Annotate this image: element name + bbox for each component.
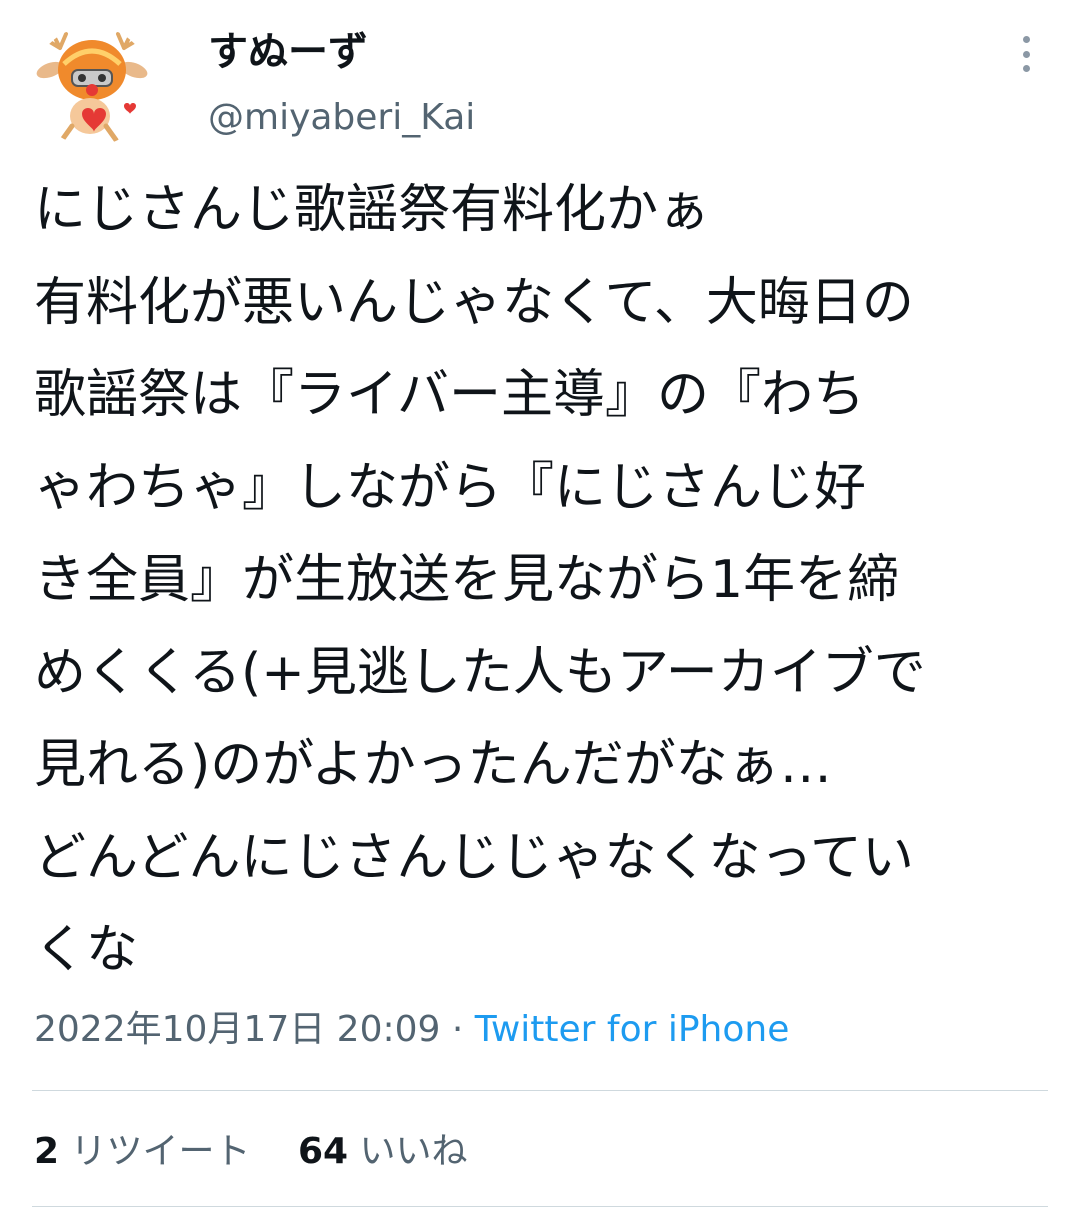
display-name[interactable]: すぬーず	[208, 28, 368, 76]
tweet-text-line: くな	[34, 920, 139, 980]
tweet-text-line: ゃわちゃ』しながら『にじさんじ好	[34, 457, 867, 518]
more-vertical-icon-dot	[1022, 65, 1030, 72]
tweet-timestamp[interactable]: 2022年10月17日 20:09	[34, 1009, 440, 1050]
tweet-text-line: き全員』が生放送を見ながら1年を締	[34, 550, 900, 610]
tweet-source-link[interactable]: Twitter for iPhone	[475, 1009, 790, 1050]
tweet-text-line: 見れる)のがよかったんだがなぁ…	[34, 735, 832, 795]
user-handle[interactable]: @miyaberi_Kai	[208, 96, 475, 140]
tweet-text: にじさんじ歌謡祭有料化かぁ 有料化が悪いんじゃなくて、大晦日の 歌謡祭は『ライバ…	[34, 164, 1050, 997]
divider	[32, 1206, 1048, 1207]
deer-character-avatar-icon	[36, 32, 148, 143]
tweet-header: すぬーず @miyaberi_Kai	[0, 0, 1080, 160]
tweet-text-line: めくくる(+見逃した人もアーカイブで	[34, 642, 926, 703]
tweet-text-line: 歌謡祭は『ライバー主導』の『わち	[34, 365, 865, 425]
retweets-label: リツイート	[70, 1131, 251, 1172]
tweet-stats: 2 リツイート 64 いいね	[34, 1126, 504, 1178]
more-vertical-icon-dot	[1022, 50, 1030, 58]
tweet-metadata: 2022年10月17日 20:09 · Twitter for iPhone	[34, 1006, 789, 1054]
likes-label: いいね	[359, 1131, 468, 1172]
likes-count: 64	[297, 1131, 349, 1172]
tweet-text-line: どんどんにじさんじじゃなくなってい	[34, 827, 914, 888]
tweet-text-line: 有料化が悪いんじゃなくて、大晦日の	[34, 272, 914, 333]
retweets-count: 2	[34, 1131, 60, 1172]
more-vertical-icon	[1022, 36, 1030, 43]
likes-stat[interactable]: 64 いいね	[298, 1126, 468, 1178]
tweet-text-line: にじさんじ歌謡祭有料化かぁ	[34, 180, 711, 240]
avatar[interactable]	[32, 26, 152, 146]
retweets-stat[interactable]: 2 リツイート	[34, 1126, 251, 1178]
meta-separator: ·	[451, 1009, 464, 1050]
more-options-button[interactable]	[1006, 30, 1046, 78]
divider	[32, 1090, 1048, 1091]
